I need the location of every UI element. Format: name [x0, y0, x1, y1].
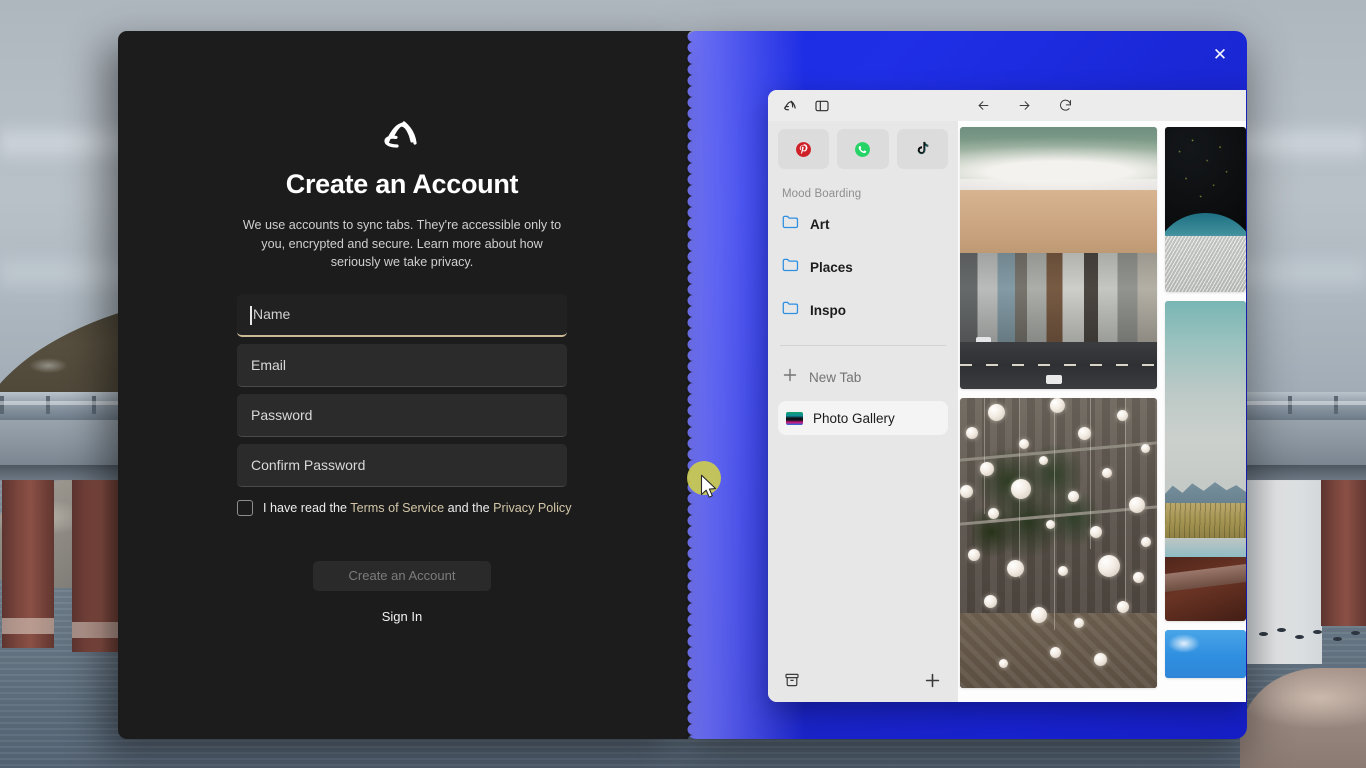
pinned-tab-tiktok[interactable]: [896, 129, 948, 169]
wallpaper-pier: [72, 476, 124, 652]
add-tab-icon[interactable]: [922, 670, 942, 690]
arc-logo-icon: [384, 121, 417, 148]
whatsapp-icon: [855, 141, 871, 157]
photo-aerial-beach-houses[interactable]: [960, 127, 1157, 389]
photo-dark-snow-shore[interactable]: [1164, 127, 1246, 292]
pinned-tabs-row: [778, 129, 948, 169]
pinned-tab-whatsapp[interactable]: [837, 129, 889, 169]
terms-prefix: I have read the: [263, 500, 351, 515]
gallery-column-side: [1164, 127, 1246, 702]
gallery-favicon: [786, 411, 803, 425]
text-caret: [250, 305, 252, 325]
sidebar-folder-places[interactable]: Places: [778, 252, 948, 282]
folder-icon: [782, 257, 799, 277]
email-field-placeholder: Email: [251, 356, 287, 373]
confirm-password-field-placeholder: Confirm Password: [251, 456, 366, 473]
sidebar-divider: [780, 345, 946, 346]
terms-of-service-link[interactable]: Terms of Service: [350, 501, 444, 515]
pinned-tab-pinterest[interactable]: [778, 129, 830, 169]
browser-sidebar: Mood Boarding Art Places Inspo New Tab P…: [768, 121, 958, 702]
wallpaper-birds: [1255, 628, 1365, 650]
sidebar-folder-label: Inspo: [810, 302, 846, 318]
photo-gallery-content: [958, 121, 1246, 702]
folder-icon: [782, 300, 799, 320]
arc-browser-window: ✕ Mood Boarding Art Places Inspo New Tab…: [685, 31, 1247, 739]
terms-checkbox[interactable]: [237, 499, 253, 516]
photo-blue-sky[interactable]: [1164, 630, 1246, 678]
tiktok-icon: [917, 141, 929, 154]
password-field-placeholder: Password: [251, 406, 313, 423]
sidebar-folder-inspo[interactable]: Inspo: [778, 295, 948, 325]
sidebar-footer: [778, 662, 948, 702]
browser-card: Mood Boarding Art Places Inspo New Tab P…: [768, 90, 1246, 702]
pinterest-icon: [796, 141, 812, 157]
page-subtitle: We use accounts to sync tabs. They're ac…: [242, 218, 562, 270]
privacy-policy-link[interactable]: Privacy Policy: [493, 501, 571, 515]
create-account-panel: Create an Account We use accounts to syn…: [118, 31, 686, 739]
gallery-column-main: [958, 127, 1157, 702]
sidebar-folder-label: Art: [810, 216, 830, 232]
sidebar-folder-art[interactable]: Art: [778, 209, 948, 239]
photo-atrium-globe-lights[interactable]: [960, 398, 1157, 688]
sidebar-tab-label: Photo Gallery: [813, 410, 895, 426]
sign-in-link[interactable]: Sign In: [118, 609, 686, 624]
new-tab-button[interactable]: New Tab: [778, 362, 948, 392]
space-title: Mood Boarding: [782, 188, 862, 200]
new-tab-label: New Tab: [809, 369, 862, 385]
arc-logo-icon[interactable]: [782, 97, 799, 114]
confirm-password-field[interactable]: Confirm Password: [237, 443, 567, 487]
sidebar-tab-photo-gallery[interactable]: Photo Gallery: [778, 401, 948, 435]
password-field[interactable]: Password: [237, 393, 567, 437]
sidebar-panel-icon[interactable]: [813, 97, 830, 114]
archive-icon[interactable]: [782, 670, 802, 690]
name-field[interactable]: Name: [237, 293, 567, 337]
mouse-cursor: [700, 474, 717, 498]
browser-body: Mood Boarding Art Places Inspo New Tab P…: [768, 121, 1246, 702]
page-title: Create an Account: [285, 169, 519, 199]
wallpaper-pier: [2, 476, 54, 648]
terms-middle: and the: [444, 500, 494, 515]
create-account-button[interactable]: Create an Account: [313, 560, 491, 591]
name-field-placeholder: Name: [253, 306, 291, 323]
reload-icon[interactable]: [1057, 97, 1074, 114]
email-field[interactable]: Email: [237, 343, 567, 387]
arrow-right-icon[interactable]: [1016, 97, 1033, 114]
plus-icon: [783, 368, 797, 387]
photo-desert-pool-deck[interactable]: [1164, 301, 1246, 621]
terms-label: I have read the Terms of Service and the…: [263, 501, 572, 515]
terms-row: I have read the Terms of Service and the…: [237, 499, 572, 516]
folder-icon: [782, 214, 799, 234]
arrow-left-icon[interactable]: [975, 97, 992, 114]
browser-toolbar: [768, 90, 1246, 121]
sidebar-folder-label: Places: [810, 259, 853, 275]
wallpaper-pier: [1321, 476, 1366, 626]
close-icon[interactable]: ✕: [1207, 41, 1233, 67]
